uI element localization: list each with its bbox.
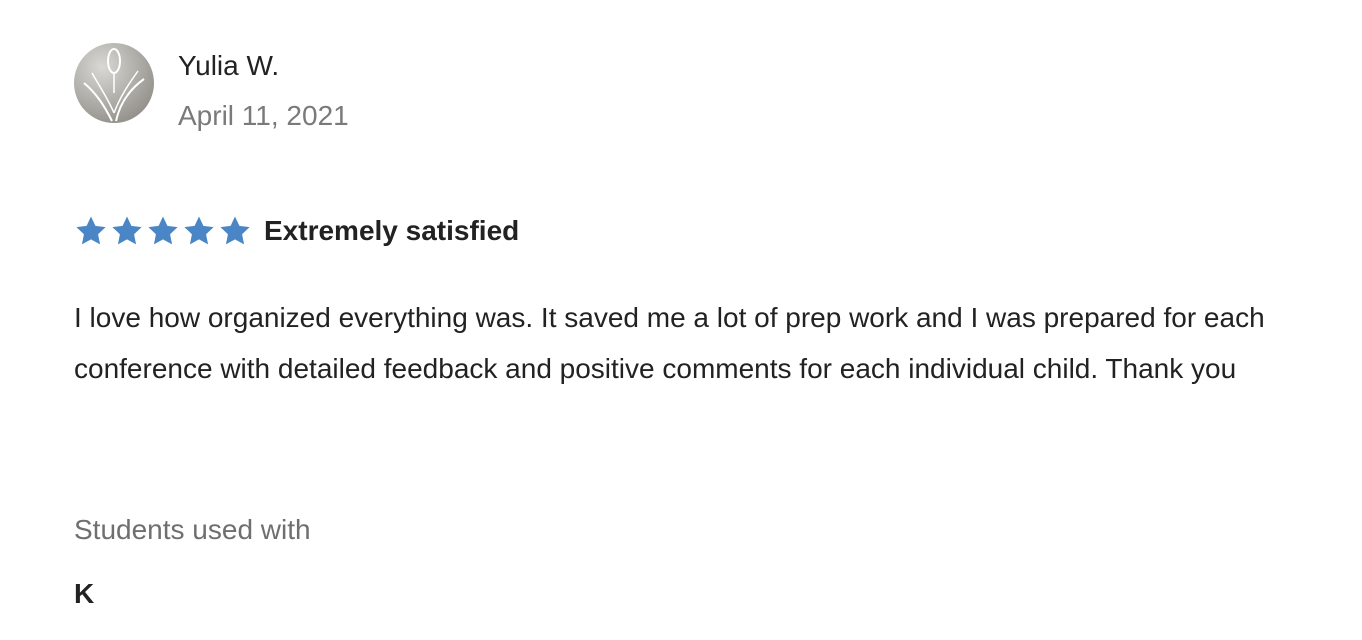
default-avatar-icon [74,43,154,123]
review-date: April 11, 2021 [178,100,349,131]
star-icon [110,214,144,248]
rating: Extremely satisfied [74,214,519,248]
star-icon [182,214,216,248]
reviewer-name: Yulia W. [178,50,280,81]
review-text: I love how organized everything was. It … [74,302,1265,384]
review-card: Yulia W. April 11, 2021 Extremely satisf… [74,0,1354,640]
students-used-value: K [74,578,95,609]
star-icon [218,214,252,248]
reviewer-meta: Yulia W. April 11, 2021 [178,43,349,133]
students-used-label: Students used with [74,514,311,545]
star-icon [74,214,108,248]
star-rating [74,214,254,248]
reviewer-header: Yulia W. April 11, 2021 [74,43,349,133]
star-icon [146,214,180,248]
rating-label: Extremely satisfied [264,215,520,246]
avatar [74,43,154,123]
